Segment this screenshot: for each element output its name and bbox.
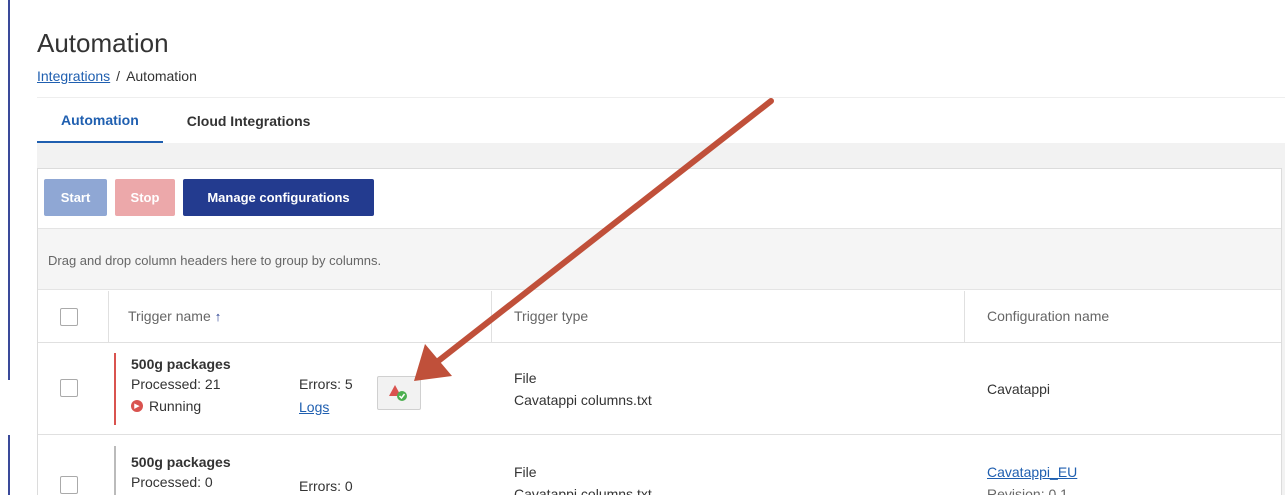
error-count: Errors: 5	[299, 376, 353, 392]
warning-check-icon	[389, 385, 407, 401]
breadcrumb-separator: /	[116, 68, 121, 84]
status-indicator-bar	[114, 446, 116, 495]
trigger-file: Cavatappi columns.txt	[514, 486, 652, 495]
status-running: ▶ Running	[131, 398, 201, 414]
sort-ascending-icon: ↑	[214, 309, 222, 324]
trigger-type: File	[514, 370, 537, 386]
left-edge-bar	[8, 0, 10, 495]
column-divider	[964, 291, 965, 343]
column-header-trigger-type[interactable]: Trigger type	[514, 308, 588, 324]
status-label: Running	[149, 398, 202, 414]
tab-automation[interactable]: Automation	[37, 98, 163, 143]
table-row: 500g packages Processed: 21 ▶ Running Er…	[38, 343, 1281, 435]
breadcrumb-integrations-link[interactable]: Integrations	[37, 68, 110, 84]
processed-count: Processed: 0	[131, 474, 213, 490]
tab-bar: Automation Cloud Integrations	[37, 98, 334, 143]
group-by-drop-area[interactable]: Drag and drop column headers here to gro…	[38, 228, 1281, 290]
running-icon: ▶	[131, 400, 143, 412]
group-by-hint: Drag and drop column headers here to gro…	[48, 253, 382, 268]
page-header: Automation	[37, 28, 169, 59]
row-checkbox[interactable]	[60, 379, 78, 397]
table-row: 500g packages Processed: 0 Errors: 0 Fil…	[38, 436, 1281, 495]
status-indicator-bar	[114, 353, 116, 425]
grid-header: Trigger name ↑ Trigger type Configuration…	[38, 291, 1281, 343]
trigger-type: File	[514, 464, 537, 480]
configuration-name: Cavatappi	[987, 381, 1051, 397]
column-header-trigger-name[interactable]: Trigger name ↑	[128, 308, 221, 324]
manage-configurations-button[interactable]: Manage configurations	[183, 179, 374, 216]
breadcrumb: Integrations / Automation	[37, 68, 197, 84]
column-divider	[491, 291, 492, 343]
select-all-checkbox[interactable]	[60, 308, 78, 326]
configuration-revision: Revision: 0.1	[987, 486, 1068, 495]
breadcrumb-current: Automation	[126, 68, 197, 84]
error-count: Errors: 0	[299, 478, 353, 494]
column-divider	[108, 291, 109, 343]
column-header-label: Trigger name	[128, 308, 211, 324]
trigger-name: 500g packages	[131, 356, 231, 372]
trigger-name: 500g packages	[131, 454, 231, 470]
toolbar: Start Stop Manage configurations	[44, 179, 374, 216]
tab-cloud-integrations[interactable]: Cloud Integrations	[163, 98, 335, 143]
configuration-name-link[interactable]: Cavatappi_EU	[987, 464, 1077, 480]
page-title: Automation	[37, 28, 169, 58]
start-button[interactable]: Start	[44, 179, 107, 216]
stop-button[interactable]: Stop	[115, 179, 175, 216]
processed-count: Processed: 21	[131, 376, 221, 392]
trigger-file: Cavatappi columns.txt	[514, 392, 652, 408]
column-header-configuration-name[interactable]: Configuration name	[987, 308, 1109, 324]
alert-status-button[interactable]	[377, 376, 421, 410]
logs-link[interactable]: Logs	[299, 399, 329, 415]
row-checkbox[interactable]	[60, 476, 78, 494]
